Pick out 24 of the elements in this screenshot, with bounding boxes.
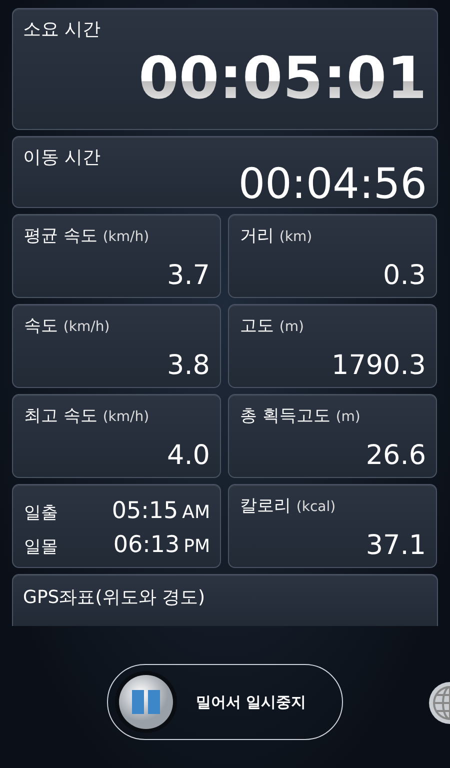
timer-value: 00:04:56 bbox=[238, 163, 427, 205]
timer-label: 이동 시간 bbox=[23, 146, 101, 169]
stat-label: 고도 (m) bbox=[240, 315, 305, 337]
stat-label: 평균 속도 (km/h) bbox=[24, 225, 150, 247]
stat-value: 0.3 bbox=[383, 260, 426, 291]
stat-label: 속도 (km/h) bbox=[24, 315, 111, 337]
stat-label: 거리 (km) bbox=[240, 225, 314, 247]
sun-label: 일출 bbox=[24, 502, 58, 524]
stat-label: 총 획득고도 (m) bbox=[240, 405, 362, 427]
sun-time: 05:15 AM bbox=[112, 498, 210, 524]
stat-value: 37.1 bbox=[366, 530, 426, 561]
stat-label: 최고 속도 (km/h) bbox=[24, 405, 150, 427]
slide-to-pause-button[interactable]: 밀어서 일시중지 bbox=[107, 664, 343, 740]
stat-label: 칼로리 (kcal) bbox=[240, 495, 337, 517]
sun-label: 일몰 bbox=[24, 536, 58, 558]
stat-value: 3.7 bbox=[167, 260, 210, 291]
timer-label: 소요 시간 bbox=[23, 18, 101, 41]
pause-icon bbox=[114, 670, 178, 734]
sun-time: 06:13 PM bbox=[113, 532, 210, 558]
stat-value: 1790.3 bbox=[332, 350, 426, 381]
gps-label: GPS좌표(위도와 경도) bbox=[23, 587, 205, 608]
stat-value: 26.6 bbox=[366, 440, 426, 471]
stat-value: 3.8 bbox=[167, 350, 210, 381]
stat-value: 4.0 bbox=[167, 440, 210, 471]
